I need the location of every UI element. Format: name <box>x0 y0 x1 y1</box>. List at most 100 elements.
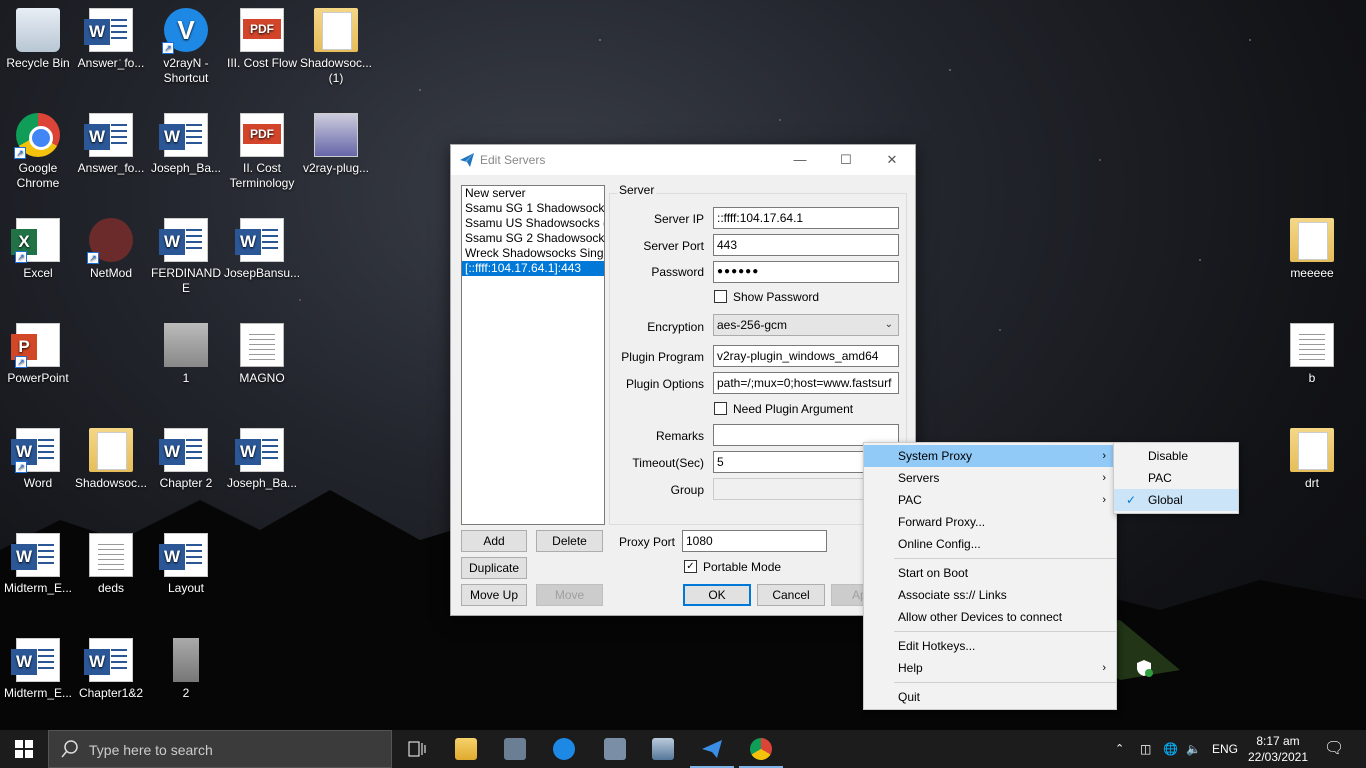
desktop-icon-1[interactable]: 1 <box>148 323 224 386</box>
desktop-icon-label: 1 <box>182 371 190 385</box>
v2rayn-taskbar-icon[interactable] <box>553 738 575 760</box>
shadowsocks-taskbar-icon[interactable] <box>701 738 723 760</box>
desktop-icon-answer-fo-2[interactable]: Answer_fo... <box>73 113 149 176</box>
duplicate-button[interactable]: Duplicate <box>461 557 527 579</box>
desktop-icon-deds[interactable]: deds <box>73 533 149 596</box>
desktop-icon-2[interactable]: 2 <box>148 638 224 701</box>
chevron-up-icon[interactable]: ⌃ <box>1115 730 1124 768</box>
server-list-item-selected[interactable]: [::ffff:104.17.64.1]:443 <box>462 261 604 276</box>
cancel-button[interactable]: Cancel <box>757 584 825 606</box>
move-up-button[interactable]: Move Up <box>461 584 527 606</box>
desktop-icon-josepbansu[interactable]: JosepBansu... <box>224 218 300 281</box>
menu-item-help[interactable]: Help › <box>864 657 1116 679</box>
network-icon[interactable]: ◫ <box>1140 730 1151 768</box>
chrome-taskbar-icon[interactable] <box>750 738 772 760</box>
show-password-label[interactable]: Show Password <box>733 290 819 304</box>
proxy-port-input[interactable]: 1080 <box>682 530 827 552</box>
clock[interactable]: 8:17 am 22/03/2021 <box>1243 733 1313 765</box>
file-explorer-icon[interactable] <box>455 738 477 760</box>
windows-security-icon[interactable] <box>1134 658 1154 678</box>
menu-separator <box>894 558 1116 559</box>
desktop-icon-netmod[interactable]: ↗ NetMod <box>73 218 149 281</box>
desktop-icon-powerpoint[interactable]: ↗ PowerPoint <box>0 323 76 386</box>
menu-item-forward-proxy[interactable]: Forward Proxy... <box>864 511 1116 533</box>
app-taskbar-icon[interactable] <box>652 738 674 760</box>
desktop-icon-layout[interactable]: Layout <box>148 533 224 596</box>
language-indicator[interactable]: ENG <box>1212 730 1238 768</box>
server-list-item[interactable]: Ssamu US Shadowsocks ([ <box>462 216 604 231</box>
desktop-icon-cost-terminology[interactable]: II. Cost Terminology <box>224 113 300 191</box>
plugin-program-input[interactable]: v2ray-plugin_windows_amd64 <box>713 345 899 367</box>
desktop-icon-drt[interactable]: drt <box>1274 428 1350 491</box>
show-password-checkbox[interactable] <box>714 290 727 303</box>
portable-mode-label[interactable]: Portable Mode <box>703 560 781 574</box>
encryption-select[interactable]: aes-256-gcm ⌄ <box>713 314 899 336</box>
desktop-icon-midterm-1[interactable]: Midterm_E... <box>0 533 76 596</box>
start-button[interactable] <box>0 730 48 768</box>
taskbar-search-box[interactable]: Type here to search <box>48 730 392 768</box>
server-list[interactable]: New server Ssamu SG 1 Shadowsocks Ssamu … <box>461 185 605 525</box>
menu-item-associate-links[interactable]: Associate ss:// Links <box>864 584 1116 606</box>
desktop-icon-v2ray-plugin[interactable]: v2ray-plug... <box>298 113 374 176</box>
desktop-icon-chapter-2[interactable]: Chapter 2 <box>148 428 224 491</box>
desktop-icon-answer-fo-1[interactable]: Answer_fo... <box>73 8 149 71</box>
password-input[interactable]: ●●●●●● <box>713 261 899 283</box>
desktop-icon-midterm-2[interactable]: Midterm_E... <box>0 638 76 701</box>
menu-item-system-proxy[interactable]: System Proxy › <box>864 445 1116 467</box>
submenu-item-disable[interactable]: Disable <box>1114 445 1238 467</box>
apply-button[interactable]: Ap <box>831 584 867 606</box>
menu-separator <box>894 682 1116 683</box>
desktop-icon-excel[interactable]: ↗ Excel <box>0 218 76 281</box>
menu-item-edit-hotkeys[interactable]: Edit Hotkeys... <box>864 635 1116 657</box>
menu-item-allow-other-devices[interactable]: Allow other Devices to connect <box>864 606 1116 628</box>
submenu-item-global[interactable]: ✓ Global <box>1114 489 1238 511</box>
desktop-icon-ferdinande[interactable]: FERDINANDE <box>148 218 224 296</box>
remarks-label: Remarks <box>655 429 704 443</box>
desktop-icon-magno[interactable]: MAGNO <box>224 323 300 386</box>
excel-icon: ↗ <box>11 218 60 263</box>
desktop-icon-label: Recycle Bin <box>6 56 70 70</box>
add-button[interactable]: Add <box>461 530 527 552</box>
server-list-item[interactable]: Ssamu SG 2 Shadowsocks <box>462 231 604 246</box>
submenu-item-pac[interactable]: PAC <box>1114 467 1238 489</box>
server-ip-input[interactable]: ::ffff:104.17.64.1 <box>713 207 899 229</box>
portable-mode-checkbox[interactable]: ✓ <box>684 560 697 573</box>
desktop-icon-joseph-ba-2[interactable]: Joseph_Ba... <box>224 428 300 491</box>
desktop-icon-word[interactable]: ↗ Word <box>0 428 76 491</box>
desktop-icon-recycle-bin[interactable]: Recycle Bin <box>0 8 76 71</box>
task-view-button[interactable] <box>400 730 434 768</box>
desktop-icon-shadowsocks-2[interactable]: Shadowsoc... <box>73 428 149 491</box>
menu-item-online-config[interactable]: Online Config... <box>864 533 1116 555</box>
menu-item-quit[interactable]: Quit <box>864 686 1116 708</box>
close-button[interactable]: ✕ <box>869 145 915 175</box>
desktop-icon-chrome[interactable]: ↗ Google Chrome <box>0 113 76 191</box>
need-plugin-argument-label[interactable]: Need Plugin Argument <box>733 402 853 416</box>
plugin-options-input[interactable]: path=/;mux=0;host=www.fastsurf <box>713 372 899 394</box>
volume-icon[interactable]: 🔈 <box>1186 730 1201 768</box>
move-button[interactable]: Move <box>536 584 603 606</box>
desktop-icon-label: Answer_fo... <box>77 56 145 70</box>
desktop-icon-shadowsocks-1[interactable]: Shadowsoc... (1) <box>298 8 374 86</box>
menu-item-start-on-boot[interactable]: Start on Boot <box>864 562 1116 584</box>
camera-icon[interactable] <box>504 738 526 760</box>
desktop-icon-chapter1-2[interactable]: Chapter1&2 <box>73 638 149 701</box>
ok-button[interactable]: OK <box>683 584 751 606</box>
server-list-item[interactable]: New server <box>462 186 604 201</box>
desktop-icon-meeeee[interactable]: meeeee <box>1274 218 1350 281</box>
menu-item-pac[interactable]: PAC › <box>864 489 1116 511</box>
desktop-icon-b[interactable]: b <box>1274 323 1350 386</box>
maximize-button[interactable]: ☐ <box>823 145 869 175</box>
globe-icon[interactable]: 🌐 <box>1163 730 1178 768</box>
desktop-icon-v2rayn[interactable]: ↗ v2rayN - Shortcut <box>148 8 224 86</box>
dialog-titlebar[interactable]: Edit Servers — ☐ ✕ <box>451 145 915 175</box>
desktop-icon-joseph-ba-1[interactable]: Joseph_Ba... <box>148 113 224 176</box>
calculator-icon[interactable] <box>604 738 626 760</box>
server-list-item[interactable]: Wreck Shadowsocks Singa <box>462 246 604 261</box>
server-list-item[interactable]: Ssamu SG 1 Shadowsocks <box>462 201 604 216</box>
server-port-input[interactable]: 443 <box>713 234 899 256</box>
notification-icon[interactable]: 🗨 <box>1324 730 1344 768</box>
menu-item-servers[interactable]: Servers › <box>864 467 1116 489</box>
minimize-button[interactable]: — <box>777 145 823 175</box>
desktop-icon-cost-flow[interactable]: III. Cost Flow <box>224 8 300 71</box>
need-plugin-argument-checkbox[interactable] <box>714 402 727 415</box>
